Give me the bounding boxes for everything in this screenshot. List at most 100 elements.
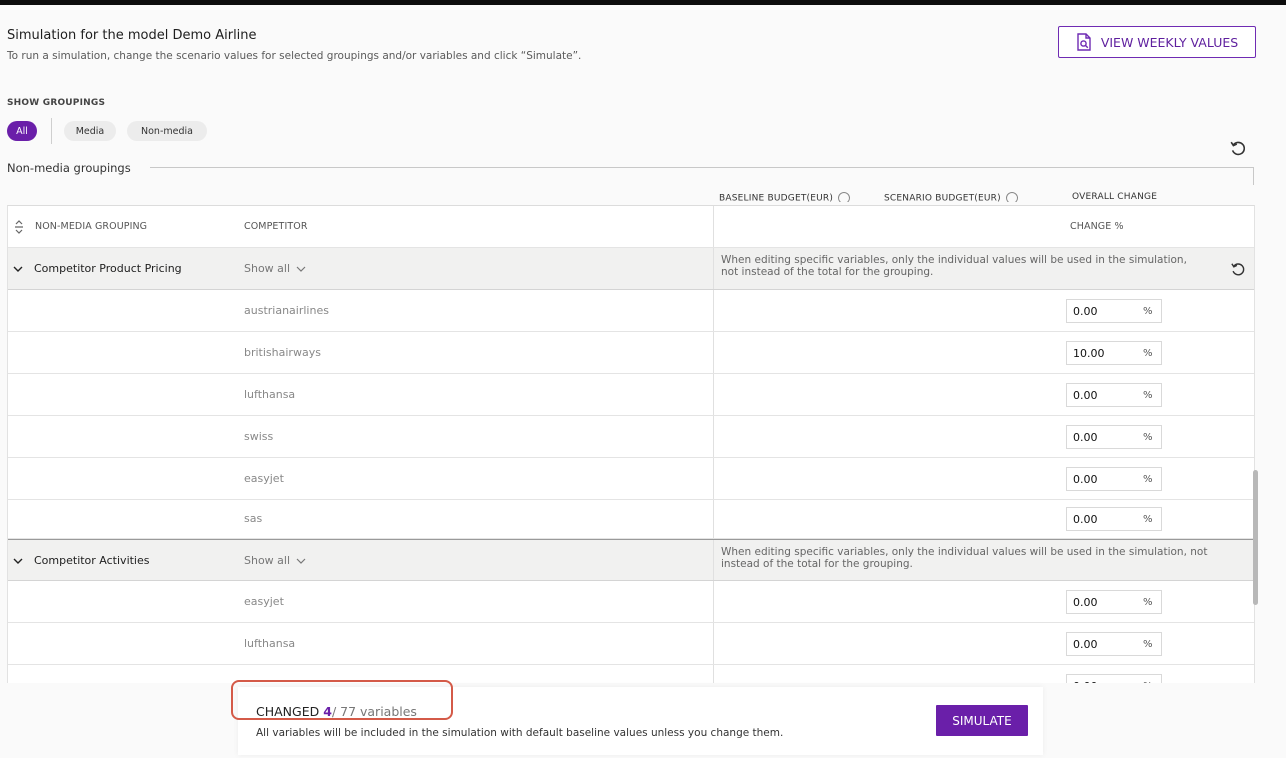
- show-all-dropdown[interactable]: Show all: [244, 262, 306, 275]
- table-row: austrianairlines %: [8, 290, 1254, 332]
- change-percent-field[interactable]: %: [1066, 467, 1162, 491]
- show-groupings-label: SHOW GROUPINGS: [7, 98, 106, 108]
- group-row[interactable]: Competitor Activities Show all When edit…: [8, 539, 1254, 581]
- scrollbar-thumb[interactable]: [1253, 470, 1258, 605]
- change-percent-input[interactable]: [1073, 304, 1133, 318]
- scenario-budget-header-label: SCENARIO BUDGET(EUR): [884, 193, 1001, 203]
- show-all-label: Show all: [244, 554, 291, 567]
- table-row: britishairways %: [8, 332, 1254, 374]
- change-percent-field[interactable]: %: [1066, 674, 1162, 683]
- column-divider: [713, 581, 714, 622]
- group-row[interactable]: Competitor Product Pricing Show all When…: [8, 248, 1254, 290]
- column-header-change: CHANGE %: [1070, 221, 1124, 232]
- percent-unit: %: [1143, 431, 1153, 443]
- competitor-name: swiss: [244, 430, 274, 443]
- change-percent-field[interactable]: %: [1066, 299, 1162, 323]
- column-divider: [713, 374, 714, 415]
- filter-chip-media[interactable]: Media: [64, 121, 116, 141]
- page-title: Simulation for the model Demo Airline: [7, 28, 257, 43]
- group-note: When editing specific variables, only th…: [721, 546, 1208, 570]
- change-percent-field[interactable]: %: [1066, 507, 1162, 531]
- competitor-name: sas: [244, 512, 263, 525]
- scenario-budget-header: SCENARIO BUDGET(EUR): [884, 192, 1018, 202]
- page-subtitle: To run a simulation, change the scenario…: [7, 50, 582, 62]
- change-percent-field[interactable]: %: [1066, 632, 1162, 656]
- change-percent-input[interactable]: [1073, 595, 1133, 609]
- change-percent-input[interactable]: [1073, 679, 1133, 683]
- column-header-competitor: COMPETITOR: [244, 221, 308, 232]
- section-divider: [150, 167, 1253, 168]
- table-row: %: [8, 665, 1254, 683]
- baseline-budget-header: BASELINE BUDGET(EUR): [719, 192, 851, 203]
- footer-note: All variables will be included in the si…: [256, 727, 784, 739]
- chevron-down-icon[interactable]: [13, 264, 23, 274]
- change-percent-input[interactable]: [1073, 637, 1133, 651]
- competitor-name: easyjet: [244, 472, 284, 485]
- highlight-outline: [231, 680, 453, 720]
- table-header-row: NON-MEDIA GROUPING COMPETITOR CHANGE %: [8, 206, 1254, 248]
- percent-unit: %: [1143, 389, 1153, 401]
- chevron-down-icon: [296, 266, 306, 272]
- window-top-bar: [0, 0, 1286, 5]
- change-percent-input[interactable]: [1073, 430, 1133, 444]
- column-divider: [713, 248, 714, 289]
- table-row: easyjet %: [8, 581, 1254, 623]
- column-divider: [713, 458, 714, 499]
- change-percent-input[interactable]: [1073, 472, 1133, 486]
- reset-icon[interactable]: [1229, 260, 1247, 278]
- info-icon: [1005, 192, 1018, 202]
- column-divider: [713, 500, 714, 538]
- view-weekly-values-button[interactable]: VIEW WEEKLY VALUES: [1058, 26, 1256, 58]
- chip-divider: [51, 118, 52, 144]
- info-icon: [838, 192, 851, 202]
- table-row: sas %: [8, 500, 1254, 539]
- column-divider: [713, 290, 714, 331]
- column-divider: [713, 623, 714, 664]
- filter-chip-all[interactable]: All: [7, 121, 37, 141]
- document-search-icon: [1077, 33, 1091, 51]
- change-percent-field[interactable]: %: [1066, 383, 1162, 407]
- group-name: Competitor Product Pricing: [34, 262, 182, 275]
- show-all-label: Show all: [244, 262, 291, 275]
- group-name: Competitor Activities: [34, 554, 150, 567]
- column-divider: [713, 665, 714, 683]
- percent-unit: %: [1143, 347, 1153, 359]
- section-divider-end: [1253, 167, 1254, 185]
- percent-unit: %: [1143, 305, 1153, 317]
- column-divider: [713, 206, 714, 247]
- percent-unit: %: [1143, 681, 1153, 684]
- change-percent-input[interactable]: [1073, 388, 1133, 402]
- baseline-budget-header-label: BASELINE BUDGET(EUR): [719, 193, 834, 203]
- reset-all-icon[interactable]: [1228, 138, 1248, 158]
- table-row: swiss %: [8, 416, 1254, 458]
- chevron-down-icon[interactable]: [13, 556, 23, 566]
- column-header-grouping: NON-MEDIA GROUPING: [35, 221, 148, 232]
- change-percent-input[interactable]: [1073, 512, 1133, 526]
- competitor-name: easyjet: [244, 595, 284, 608]
- change-percent-field[interactable]: %: [1066, 590, 1162, 614]
- scrolled-column-headers: BASELINE BUDGET(EUR) SCENARIO BUDGET(EUR…: [712, 186, 1252, 202]
- column-divider: [713, 540, 714, 580]
- filter-chip-non-media[interactable]: Non-media: [127, 121, 207, 141]
- percent-unit: %: [1143, 638, 1153, 650]
- change-percent-field[interactable]: %: [1066, 341, 1162, 365]
- show-all-dropdown[interactable]: Show all: [244, 554, 306, 567]
- column-divider: [713, 332, 714, 373]
- sort-icon[interactable]: [14, 220, 24, 234]
- table-row: easyjet %: [8, 458, 1254, 500]
- overall-change-header: OVERALL CHANGE: [1072, 192, 1158, 202]
- percent-unit: %: [1143, 473, 1153, 485]
- competitor-name: austrianairlines: [244, 304, 329, 317]
- change-percent-input[interactable]: [1073, 346, 1133, 360]
- percent-unit: %: [1143, 513, 1153, 525]
- column-divider: [713, 416, 714, 457]
- section-title: Non-media groupings: [7, 161, 141, 175]
- simulate-button[interactable]: SIMULATE: [936, 705, 1028, 736]
- change-percent-field[interactable]: %: [1066, 425, 1162, 449]
- competitor-name: lufthansa: [244, 637, 296, 650]
- percent-unit: %: [1143, 596, 1153, 608]
- competitor-name: britishairways: [244, 346, 321, 359]
- groupings-table: NON-MEDIA GROUPING COMPETITOR CHANGE % C…: [7, 205, 1255, 683]
- chevron-down-icon: [296, 558, 306, 564]
- competitor-name: lufthansa: [244, 388, 296, 401]
